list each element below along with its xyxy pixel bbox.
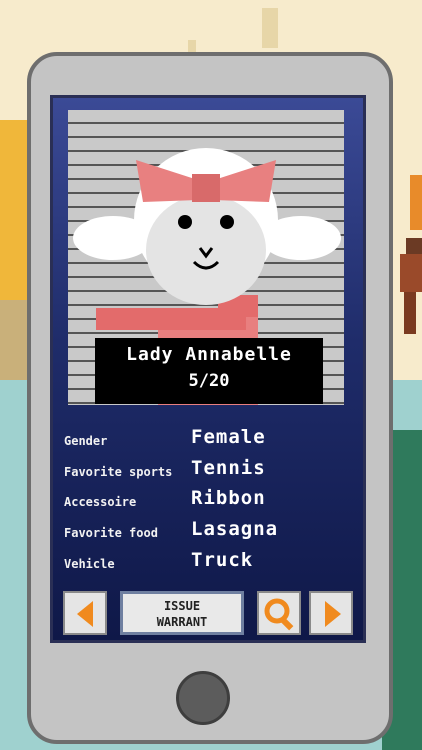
left-arrow-icon <box>77 601 93 627</box>
attribute-label: Gender <box>64 434 108 448</box>
name-plate: Lady Annabelle 5/20 <box>95 338 323 404</box>
attribute-row-accessoire: Accessoire Ribbon <box>64 487 364 517</box>
attribute-value: Lasagna <box>191 518 279 540</box>
attribute-row-sports: Favorite sports Tennis <box>64 457 364 487</box>
warrant-label-line2: WARRANT <box>156 615 208 629</box>
attribute-value: Tennis <box>191 457 266 479</box>
next-suspect-button[interactable] <box>309 591 353 635</box>
background-tower <box>262 8 278 48</box>
suspect-name: Lady Annabelle <box>126 344 292 365</box>
home-button[interactable] <box>176 671 230 725</box>
attribute-label: Favorite sports <box>64 465 173 479</box>
magnifier-icon <box>264 598 294 631</box>
attribute-row-gender: Gender Female <box>64 426 364 456</box>
attribute-row-vehicle: Vehicle Truck <box>64 549 364 579</box>
suspect-counter: 5/20 <box>188 371 230 391</box>
background-sun-shape <box>0 120 30 300</box>
attribute-label: Accessoire <box>64 495 137 509</box>
attribute-label: Favorite food <box>64 526 158 540</box>
attribute-value: Female <box>191 426 266 448</box>
previous-suspect-button[interactable] <box>63 591 107 635</box>
attribute-value: Ribbon <box>191 487 266 509</box>
attribute-row-food: Favorite food Lasagna <box>64 518 364 548</box>
right-arrow-icon <box>325 601 341 627</box>
background-flame <box>410 175 422 230</box>
warrant-label-line1: ISSUE <box>163 599 201 613</box>
attribute-label: Vehicle <box>64 557 115 571</box>
attribute-value: Truck <box>191 549 254 571</box>
search-button[interactable] <box>257 591 301 635</box>
issue-warrant-button[interactable]: ISSUE WARRANT <box>120 591 244 635</box>
background-character <box>400 238 422 334</box>
